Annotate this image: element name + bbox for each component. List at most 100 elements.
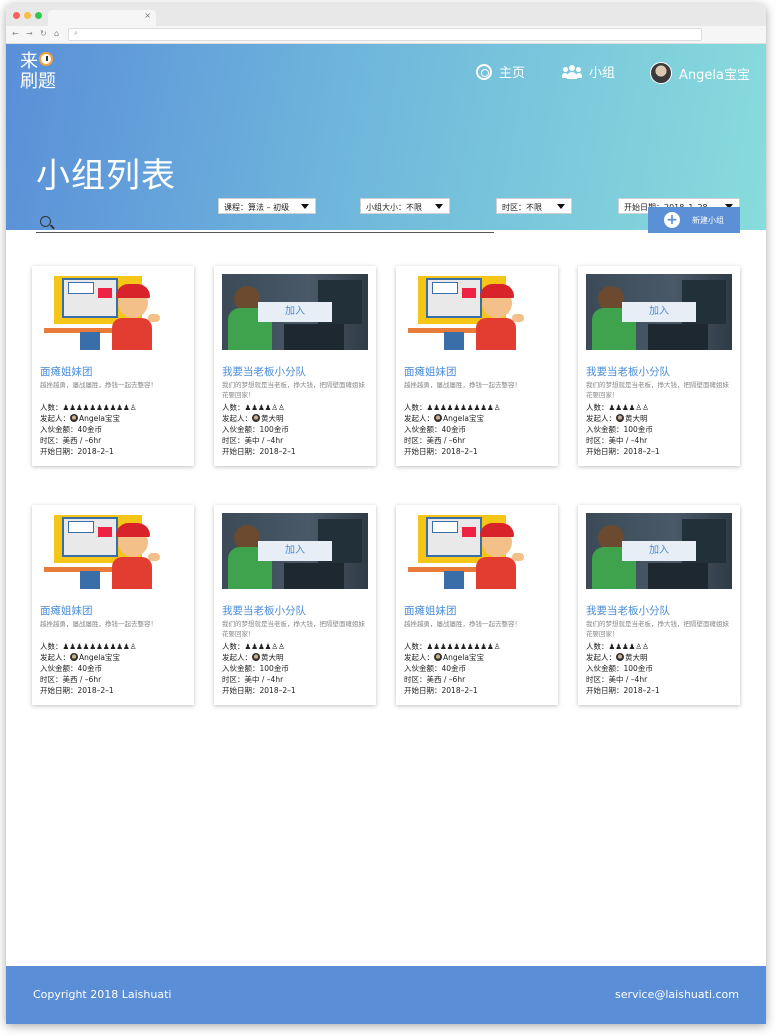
reload-icon[interactable]: ↻: [40, 29, 47, 38]
fee-label: 入伙金额：: [222, 664, 260, 673]
initiator-label: 发起人：: [586, 653, 616, 662]
members-row: 人数：♟♟♟♟♙♙: [222, 402, 285, 413]
initiator-name[interactable]: Angela宝宝: [443, 414, 484, 423]
fee-row: 入伙金额：40金币: [40, 663, 102, 674]
members-label: 人数：: [222, 403, 245, 412]
timezone-label: 时区：: [222, 436, 245, 445]
footer-email-link[interactable]: service@laishuati.com: [615, 988, 739, 1001]
group-card-image: [40, 513, 186, 589]
join-button[interactable]: 加入: [622, 541, 696, 561]
group-description: 越挫越勇，屡战屡胜，挣钱一起去整容！: [40, 381, 157, 389]
initiator-name[interactable]: 黄大明: [625, 414, 648, 423]
chevron-down-icon: [557, 204, 565, 209]
hero-header: 来 刷题 主页 小组 Angela宝宝 小组列表 课程：算法 – 初级 小组大小…: [6, 44, 766, 230]
timezone-value: 美中 / –4hr: [244, 436, 284, 445]
back-arrow-icon[interactable]: ←: [12, 29, 19, 38]
group-title[interactable]: 面瘫姐妹团: [40, 603, 93, 618]
filter-timezone-label: 时区：不限: [502, 203, 542, 212]
initiator-name[interactable]: Angela宝宝: [79, 653, 120, 662]
timezone-value: 美西 / –6hr: [62, 436, 102, 445]
members-label: 人数：: [40, 403, 63, 412]
nav-user-profile[interactable]: Angela宝宝: [650, 62, 750, 84]
site-logo[interactable]: 来 刷题: [20, 52, 56, 92]
group-card-6[interactable]: 加入 我要当老板小分队 我们的梦想就是当老板，挣大钱，把隔壁面瘫姐妹花娶回家！ …: [214, 505, 376, 705]
fee-value: 100金币: [259, 664, 289, 673]
initiator-label: 发起人：: [40, 653, 70, 662]
nav-home[interactable]: 主页: [476, 62, 525, 81]
start-date-value: 2018–2–1: [259, 686, 296, 695]
start-date-row: 开始日期：2018–2–1: [222, 685, 296, 696]
member-icons: ♟♟♟♟♙♙: [244, 642, 285, 651]
group-card-1[interactable]: 面瘫姐妹团 越挫越勇，屡战屡胜，挣钱一起去整容！ 人数：♟♟♟♟♟♟♟♟♟♟♙ …: [32, 266, 194, 466]
fee-row: 入伙金额：100金币: [586, 424, 653, 435]
home-icon[interactable]: ⌂: [54, 29, 59, 38]
group-card-8[interactable]: 加入 我要当老板小分队 我们的梦想就是当老板，挣大钱，把隔壁面瘫姐妹花娶回家！ …: [578, 505, 740, 705]
group-description: 我们的梦想就是当老板，挣大钱，把隔壁面瘫姐妹花娶回家！: [222, 620, 365, 638]
fee-value: 40金币: [441, 664, 467, 673]
fee-label: 入伙金额：: [222, 425, 260, 434]
timezone-value: 美中 / –4hr: [244, 675, 284, 684]
browser-window: × ← → ↻ ⌂ ⌕ 来 刷题 主页 小组 Angela宝宝 小组列表 课程：…: [6, 4, 766, 1024]
start-date-value: 2018–2–1: [441, 686, 478, 695]
start-date-row: 开始日期：2018–2–1: [404, 446, 478, 457]
group-card-image: 加入: [586, 274, 732, 350]
nav-groups[interactable]: 小组: [562, 62, 615, 81]
close-window-button[interactable]: [13, 12, 20, 19]
forward-arrow-icon[interactable]: →: [26, 29, 33, 38]
initiator-name[interactable]: Angela宝宝: [79, 414, 120, 423]
group-title[interactable]: 面瘫姐妹团: [404, 603, 457, 618]
tab-close-icon[interactable]: ×: [144, 11, 151, 20]
group-title[interactable]: 我要当老板小分队: [586, 603, 670, 618]
member-icons: ♟♟♟♟♟♟♟♟♟♟♙: [426, 403, 501, 412]
initiator-label: 发起人：: [586, 414, 616, 423]
filter-course-select[interactable]: 课程：算法 – 初级: [218, 198, 316, 214]
group-title[interactable]: 面瘫姐妹团: [404, 364, 457, 379]
start-date-label: 开始日期：: [586, 686, 624, 695]
group-title[interactable]: 我要当老板小分队: [222, 603, 306, 618]
members-label: 人数：: [40, 642, 63, 651]
chevron-down-icon: [301, 204, 309, 209]
join-button[interactable]: 加入: [622, 302, 696, 322]
initiator-avatar-icon: [616, 653, 624, 661]
initiator-avatar-icon: [252, 653, 260, 661]
timezone-row: 时区：美中 / –4hr: [586, 435, 647, 446]
start-date-row: 开始日期：2018–2–1: [222, 446, 296, 457]
initiator-avatar-icon: [434, 653, 442, 661]
initiator-name[interactable]: 黄大明: [625, 653, 648, 662]
member-icons: ♟♟♟♟♟♟♟♟♟♟♙: [62, 642, 137, 651]
group-title[interactable]: 我要当老板小分队: [586, 364, 670, 379]
members-row: 人数：♟♟♟♟♟♟♟♟♟♟♙: [40, 402, 136, 413]
member-icons: ♟♟♟♟♟♟♟♟♟♟♙: [426, 642, 501, 651]
member-icons: ♟♟♟♟♟♟♟♟♟♟♙: [62, 403, 137, 412]
minimize-window-button[interactable]: [24, 12, 31, 19]
group-title[interactable]: 我要当老板小分队: [222, 364, 306, 379]
filter-timezone-select[interactable]: 时区：不限: [496, 198, 572, 214]
group-card-7[interactable]: 面瘫姐妹团 越挫越勇，屡战屡胜，挣钱一起去整容！ 人数：♟♟♟♟♟♟♟♟♟♟♙ …: [396, 505, 558, 705]
group-description: 我们的梦想就是当老板，挣大钱，把隔壁面瘫姐妹花娶回家！: [222, 381, 365, 399]
group-description: 越挫越勇，屡战屡胜，挣钱一起去整容！: [40, 620, 157, 628]
group-card-image: [40, 274, 186, 350]
maximize-window-button[interactable]: [35, 12, 42, 19]
initiator-name[interactable]: 黄大明: [261, 653, 284, 662]
search-input[interactable]: [58, 214, 488, 230]
group-card-5[interactable]: 面瘫姐妹团 越挫越勇，屡战屡胜，挣钱一起去整容！ 人数：♟♟♟♟♟♟♟♟♟♟♙ …: [32, 505, 194, 705]
join-button[interactable]: 加入: [258, 302, 332, 322]
members-label: 人数：: [586, 642, 609, 651]
start-date-row: 开始日期：2018–2–1: [586, 685, 660, 696]
member-icons: ♟♟♟♟♙♙: [608, 642, 649, 651]
address-bar[interactable]: ⌕: [68, 28, 702, 41]
timezone-label: 时区：: [404, 675, 427, 684]
browser-tab[interactable]: ×: [48, 10, 156, 26]
group-card-4[interactable]: 加入 我要当老板小分队 我们的梦想就是当老板，挣大钱，把隔壁面瘫姐妹花娶回家！ …: [578, 266, 740, 466]
initiator-avatar-icon: [616, 414, 624, 422]
filter-size-select[interactable]: 小组大小：不限: [360, 198, 450, 214]
new-group-button[interactable]: + 新建小组: [648, 207, 740, 233]
group-card-3[interactable]: 面瘫姐妹团 越挫越勇，屡战屡胜，挣钱一起去整容！ 人数：♟♟♟♟♟♟♟♟♟♟♙ …: [396, 266, 558, 466]
initiator-row: 发起人： 黄大明: [222, 413, 284, 424]
join-button[interactable]: 加入: [258, 541, 332, 561]
initiator-name[interactable]: Angela宝宝: [443, 653, 484, 662]
group-card-2[interactable]: 加入 我要当老板小分队 我们的梦想就是当老板，挣大钱，把隔壁面瘫姐妹花娶回家！ …: [214, 266, 376, 466]
group-title[interactable]: 面瘫姐妹团: [40, 364, 93, 379]
members-row: 人数：♟♟♟♟♙♙: [586, 641, 649, 652]
initiator-name[interactable]: 黄大明: [261, 414, 284, 423]
